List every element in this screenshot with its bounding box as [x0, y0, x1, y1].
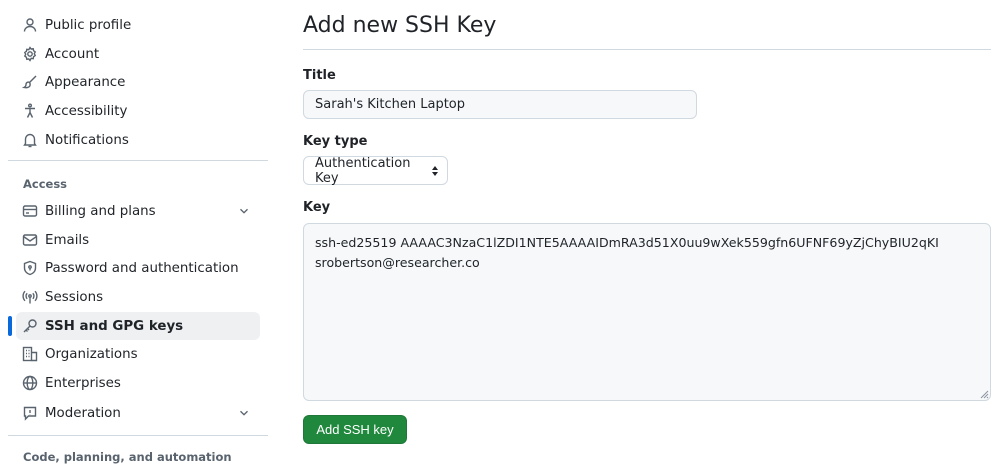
sidebar-item-label: Organizations [45, 346, 138, 362]
sidebar-item-accessibility[interactable]: Accessibility [16, 97, 260, 125]
sidebar-item-public-profile[interactable]: Public profile [16, 11, 260, 39]
organization-icon [22, 346, 38, 362]
key-type-field-label: Key type [303, 134, 368, 149]
sidebar-item-label: Moderation [45, 405, 121, 421]
bell-icon [22, 132, 38, 148]
sidebar-item-billing-and-plans[interactable]: Billing and plans [16, 197, 260, 225]
title-input-value: Sarah's Kitchen Laptop [315, 97, 466, 112]
key-type-select-value: Authentication Key [315, 155, 411, 186]
sidebar-item-sessions[interactable]: Sessions [16, 283, 260, 311]
key-textarea[interactable]: ssh-ed25519 AAAAC3NzaC1lZDI1NTE5AAAAIDmR… [303, 223, 991, 401]
page-title: Add new SSH Key [303, 13, 497, 38]
sidebar-item-label: Emails [45, 232, 90, 248]
title-input[interactable]: Sarah's Kitchen Laptop [303, 90, 697, 119]
sidebar-item-moderation[interactable]: Moderation [16, 399, 260, 427]
sidebar-item-account[interactable]: Account [16, 40, 260, 68]
resize-grip-icon[interactable] [980, 390, 989, 399]
sidebar-item-label: Enterprises [45, 375, 121, 391]
select-caret-icon [431, 165, 439, 177]
gear-icon [22, 46, 38, 62]
accessibility-icon [22, 103, 38, 119]
sidebar-section-heading-code: Code, planning, and automation [23, 450, 232, 464]
sidebar-item-password-and-authentication[interactable]: Password and authentication [16, 254, 260, 282]
chevron-down-icon[interactable] [236, 203, 252, 219]
report-icon [22, 405, 38, 421]
key-icon [22, 318, 38, 334]
sidebar-item-emails[interactable]: Emails [16, 226, 260, 254]
title-field-label: Title [303, 68, 336, 83]
sidebar-section-heading-access: Access [23, 177, 68, 191]
sidebar-item-notifications[interactable]: Notifications [16, 126, 260, 154]
shield-lock-icon [22, 260, 38, 276]
sidebar-item-label: Accessibility [45, 103, 128, 119]
broadcast-icon [22, 289, 38, 305]
person-icon [22, 17, 38, 33]
key-field-label: Key [303, 200, 331, 215]
active-indicator [8, 316, 12, 336]
sidebar-item-label: Account [45, 46, 100, 62]
sidebar-item-appearance[interactable]: Appearance [16, 68, 260, 96]
sidebar-item-label: Password and authentication [45, 260, 239, 276]
sidebar-item-label: Appearance [45, 74, 126, 90]
paintbrush-icon [22, 74, 38, 90]
mail-icon [22, 232, 38, 248]
key-type-select[interactable]: Authentication Key [303, 155, 448, 186]
chevron-down-icon[interactable] [236, 405, 252, 421]
sidebar-item-enterprises[interactable]: Enterprises [16, 369, 260, 397]
add-ssh-key-button[interactable]: Add SSH key [303, 415, 407, 444]
credit-card-icon [22, 203, 38, 219]
title-divider [303, 49, 991, 50]
globe-icon [22, 375, 38, 391]
sidebar-item-label: Billing and plans [45, 203, 156, 219]
sidebar-divider [8, 435, 268, 436]
settings-sidebar: Public profile Account Appearance Access… [0, 0, 275, 466]
sidebar-divider [8, 160, 268, 161]
sidebar-item-organizations[interactable]: Organizations [16, 340, 260, 368]
sidebar-item-label: Sessions [45, 289, 104, 305]
sidebar-item-label: Public profile [45, 17, 132, 33]
sidebar-item-ssh-and-gpg-keys[interactable]: SSH and GPG keys [8, 312, 260, 340]
sidebar-item-label: Notifications [45, 132, 129, 148]
sidebar-item-label: SSH and GPG keys [45, 318, 184, 334]
